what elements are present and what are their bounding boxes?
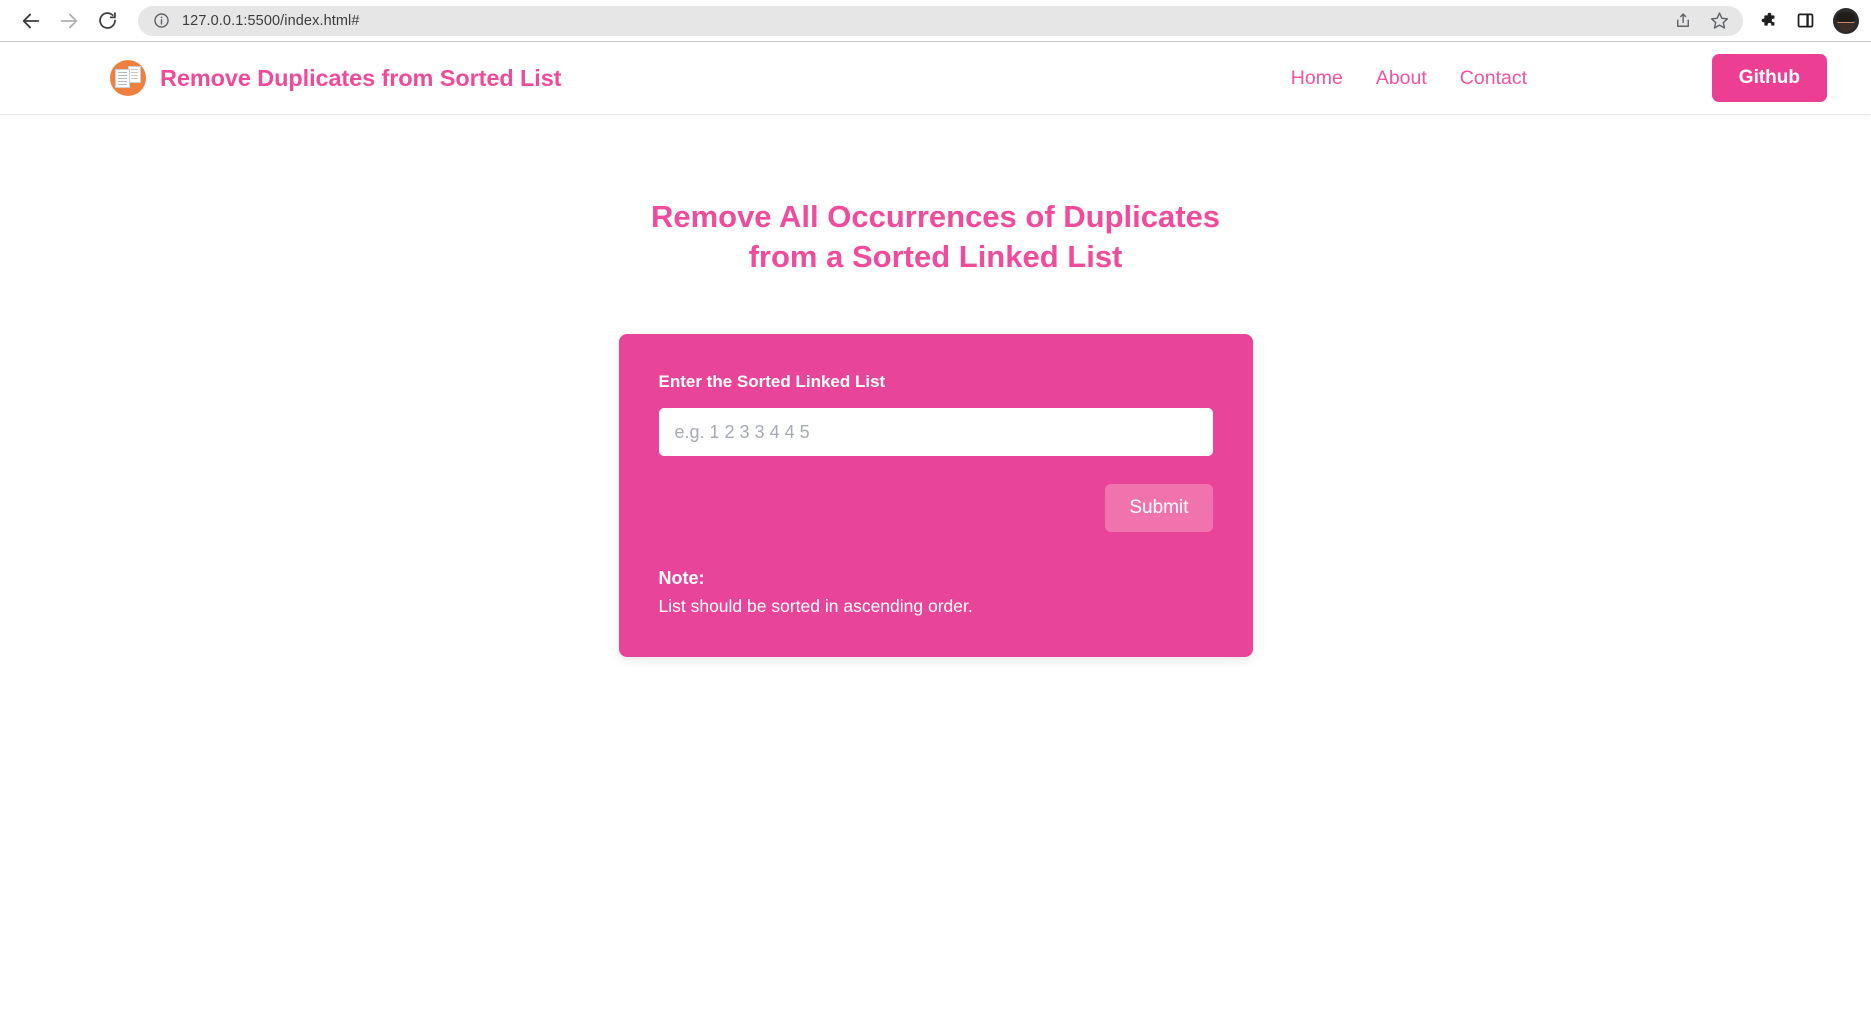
logo-page-front (115, 69, 130, 88)
note-text: List should be sorted in ascending order… (658, 596, 973, 617)
note-title: Note: (658, 568, 705, 589)
submit-button[interactable]: Submit (1105, 484, 1213, 533)
nav-link-home[interactable]: Home (1291, 67, 1343, 90)
browser-actions (1751, 7, 1859, 34)
profile-avatar[interactable] (1833, 7, 1859, 34)
share-icon[interactable] (1673, 11, 1693, 31)
sorted-list-input[interactable] (658, 408, 1213, 457)
input-card: Enter the Sorted Linked List Submit Note… (618, 334, 1253, 658)
back-button[interactable] (12, 2, 50, 40)
extensions-puzzle-icon[interactable] (1757, 11, 1777, 31)
avatar-beard (1838, 22, 1854, 32)
bookmark-star-icon[interactable] (1709, 11, 1729, 31)
main-content: Remove All Occurrences of Duplicates fro… (0, 114, 1871, 658)
nav-link-about[interactable]: About (1376, 67, 1427, 90)
url-text: 127.0.0.1:5500/index.html# (182, 12, 360, 29)
note-block: Note: List should be sorted in ascending… (659, 568, 1213, 617)
site-header: Remove Duplicates from Sorted List Home … (0, 42, 1871, 114)
submit-row: Submit (659, 484, 1213, 533)
page-title: Remove All Occurrences of Duplicates fro… (650, 199, 1221, 274)
page-viewport: Remove Duplicates from Sorted List Home … (0, 42, 1871, 1027)
address-bar[interactable]: 127.0.0.1:5500/index.html# (138, 5, 1743, 36)
forward-button[interactable] (50, 2, 88, 40)
brand[interactable]: Remove Duplicates from Sorted List (110, 60, 562, 96)
back-arrow-icon (22, 13, 40, 28)
avatar-hair (1836, 11, 1856, 22)
side-panel-icon[interactable] (1795, 11, 1815, 31)
duplicate-pages-logo-icon (110, 60, 146, 96)
reload-button[interactable] (88, 2, 126, 40)
github-button[interactable]: Github (1711, 54, 1827, 102)
nav-link-contact[interactable]: Contact (1460, 67, 1527, 90)
brand-title: Remove Duplicates from Sorted List (160, 64, 562, 91)
site-info-icon[interactable] (152, 12, 170, 30)
reload-icon (98, 12, 116, 29)
forward-arrow-icon (60, 13, 78, 28)
input-label: Enter the Sorted Linked List (658, 372, 886, 392)
browser-toolbar: 127.0.0.1:5500/index.html# (0, 0, 1871, 41)
